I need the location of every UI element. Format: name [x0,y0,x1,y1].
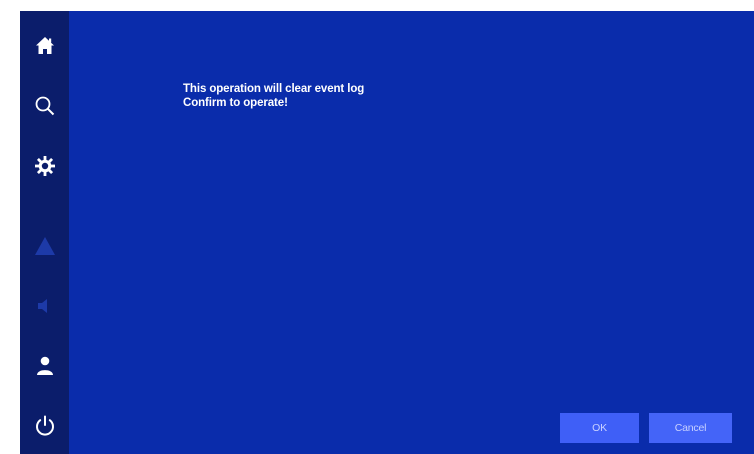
dialog-message-line1: This operation will clear event log [183,83,365,95]
dialog-message: This operation will clear event log Conf… [183,82,364,110]
settings-gear-icon [34,156,55,176]
sidebar-item-user[interactable] [20,349,69,383]
main-panel [20,11,754,454]
sidebar-item-audio [20,289,69,323]
sidebar-item-home[interactable] [20,29,69,63]
sidebar [20,11,69,454]
screen: This operation will clear event log Conf… [0,0,754,454]
dialog-message-line2: Confirm to operate! [183,97,288,109]
search-icon [35,96,54,116]
ok-button[interactable]: OK [560,413,639,443]
sidebar-item-settings[interactable] [20,149,69,183]
sidebar-item-alarm [20,229,69,263]
sidebar-item-power[interactable] [20,409,69,443]
cancel-button[interactable]: Cancel [649,413,732,443]
user-icon [36,356,53,375]
home-icon [35,37,54,54]
power-icon [35,415,54,436]
warning-icon [34,237,55,255]
sidebar-item-search[interactable] [20,89,69,123]
speaker-icon [37,299,47,313]
